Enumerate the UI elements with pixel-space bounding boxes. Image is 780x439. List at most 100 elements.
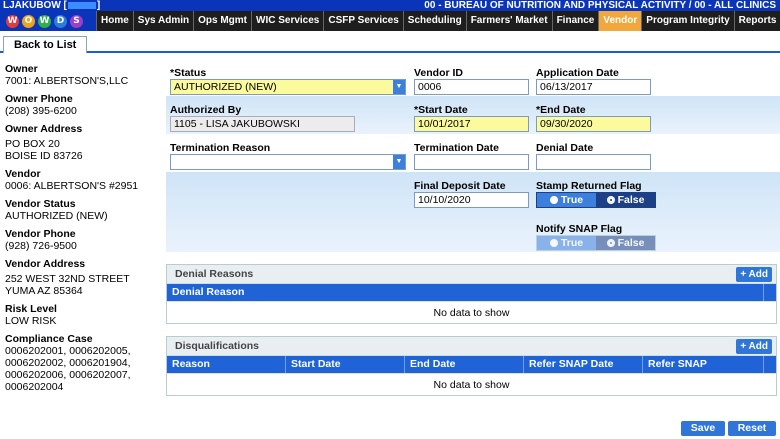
start-date-input[interactable]: 10/01/2017	[414, 116, 529, 132]
compliance-case-line2: 0006202002, 0006201904,	[5, 357, 131, 369]
add-disqualification-button[interactable]: + Add	[736, 339, 772, 354]
final-deposit-date-label: Final Deposit Date	[414, 180, 506, 192]
vendor-status-label: Vendor Status	[5, 198, 76, 210]
column-spacer	[764, 284, 776, 301]
denial-reasons-header: Denial Reasons + Add	[167, 265, 776, 284]
disqualifications-columns: Reason Start Date End Date Refer SNAP Da…	[167, 356, 776, 373]
back-to-list-tab[interactable]: Back to List	[3, 36, 88, 53]
menu-item-csfp-services[interactable]: CSFP Services	[323, 11, 402, 31]
authorized-by-input[interactable]: 1105 - LISA JAKUBOWSKI	[170, 116, 355, 132]
logo-letter: W	[6, 14, 19, 28]
risk-level-value: LOW RISK	[5, 315, 57, 327]
vendor-phone-label: Vendor Phone	[5, 228, 76, 240]
termination-reason-label: Termination Reason	[170, 142, 271, 154]
denial-date-field: Denial Date	[536, 142, 651, 170]
radio-selected-icon	[606, 239, 615, 247]
radio-icon	[549, 239, 558, 247]
menu-item-ops-mgmt[interactable]: Ops Mgmt	[193, 11, 251, 31]
app-logo: WOWDS	[0, 11, 96, 31]
disqualifications-header: Disqualifications + Add	[167, 337, 776, 356]
column-header[interactable]: Reason	[167, 356, 286, 373]
add-denial-reason-button[interactable]: + Add	[736, 267, 772, 282]
risk-level-label: Risk Level	[5, 303, 57, 315]
menu-item-wic-services[interactable]: WIC Services	[251, 11, 323, 31]
denial-reasons-section: Denial Reasons + Add Denial Reason No da…	[166, 264, 777, 324]
vendor-address-line2: YUMA AZ 85364	[5, 285, 83, 297]
owner-phone-value: (208) 395-6200	[5, 105, 77, 117]
save-button[interactable]: Save	[681, 421, 725, 436]
application-date-input[interactable]: 06/13/2017	[536, 79, 651, 95]
logo-letter: W	[38, 14, 51, 28]
vendor-address-line1: 252 WEST 32ND STREET	[5, 273, 130, 285]
vendor-id-field: Vendor ID 0006	[414, 67, 529, 95]
status-select[interactable]: AUTHORIZED (NEW) ▼	[170, 79, 406, 95]
column-header[interactable]: Denial Reason	[167, 284, 764, 301]
chevron-down-icon[interactable]: ▼	[393, 155, 405, 169]
menu-item-finance[interactable]: Finance	[551, 11, 599, 31]
status-label: *Status	[170, 67, 207, 79]
column-header[interactable]: Refer SNAP Date	[524, 356, 643, 373]
compliance-case-line1: 0006202001, 0006202005,	[5, 345, 131, 357]
disqualifications-title: Disqualifications	[175, 340, 260, 352]
stamp-returned-field: Stamp Returned Flag True False	[536, 180, 661, 208]
radio-icon	[549, 196, 558, 204]
owner-label: Owner	[5, 63, 38, 75]
stamp-returned-label: Stamp Returned Flag	[536, 180, 642, 192]
disqualifications-section: Disqualifications + Add Reason Start Dat…	[166, 336, 777, 396]
final-deposit-date-input[interactable]: 10/10/2020	[414, 192, 529, 208]
column-header[interactable]: Start Date	[286, 356, 405, 373]
logo-letter: O	[22, 14, 35, 28]
logo-letter: S	[70, 14, 83, 28]
column-spacer	[764, 356, 776, 373]
notify-snap-false[interactable]: False	[596, 236, 655, 250]
radio-selected-icon	[606, 196, 615, 204]
vendor-address-label: Vendor Address	[5, 258, 86, 270]
menu-item-scheduling[interactable]: Scheduling	[402, 11, 466, 31]
owner-address-line1: PO BOX 20	[5, 138, 60, 150]
agency-clinic: 00 - BUREAU OF NUTRITION AND PHYSICAL AC…	[424, 0, 776, 11]
vendor-value: 0006: ALBERTSON'S #2951	[5, 180, 139, 192]
denial-reasons-columns: Denial Reason	[167, 284, 776, 301]
notify-snap-label: Notify SNAP Flag	[536, 223, 623, 235]
termination-reason-select[interactable]: ▼	[170, 154, 406, 170]
authorized-by-field: Authorized By 1105 - LISA JAKUBOWSKI	[170, 104, 355, 132]
compliance-case-line3: 0006202006, 0006202007,	[5, 369, 131, 381]
user-name: LJAKUBOW []	[3, 0, 101, 11]
end-date-input[interactable]: 09/30/2020	[536, 116, 651, 132]
logo-letter: D	[54, 14, 67, 28]
application-date-field: Application Date 06/13/2017	[536, 67, 651, 95]
menu-item-reports[interactable]: Reports	[733, 11, 780, 31]
termination-date-field: Termination Date	[414, 142, 529, 170]
status-field: *Status AUTHORIZED (NEW) ▼	[170, 67, 406, 95]
menu-item-home[interactable]: Home	[96, 11, 133, 31]
top-bar: LJAKUBOW [] 00 - BUREAU OF NUTRITION AND…	[0, 0, 780, 11]
termination-date-input[interactable]	[414, 154, 529, 170]
owner-address-label: Owner Address	[5, 123, 83, 135]
notify-snap-true[interactable]: True	[537, 236, 596, 250]
menu-item-vendor[interactable]: Vendor	[598, 11, 642, 31]
menu-item-sys-admin[interactable]: Sys Admin	[132, 11, 193, 31]
column-header[interactable]: Refer SNAP	[643, 356, 764, 373]
stamp-returned-toggle: True False	[536, 192, 656, 208]
application-date-label: Application Date	[536, 67, 619, 79]
chevron-down-icon[interactable]: ▼	[393, 80, 405, 94]
authorized-by-label: Authorized By	[170, 104, 242, 116]
owner-phone-label: Owner Phone	[5, 93, 73, 105]
vendor-label: Vendor	[5, 168, 41, 180]
vendor-status-value: AUTHORIZED (NEW)	[5, 210, 108, 222]
notify-snap-field: Notify SNAP Flag True False	[536, 223, 661, 251]
termination-date-label: Termination Date	[414, 142, 499, 154]
vendor-id-input[interactable]: 0006	[414, 79, 529, 95]
owner-value: 7001: ALBERTSON'S,LLC	[5, 75, 129, 87]
menu-item-farmers-market[interactable]: Farmers' Market	[465, 11, 552, 31]
reset-button[interactable]: Reset	[728, 421, 776, 436]
tab-strip: Back to List	[0, 31, 780, 53]
stamp-returned-true[interactable]: True	[537, 193, 596, 207]
column-header[interactable]: End Date	[405, 356, 524, 373]
stamp-returned-false[interactable]: False	[596, 193, 655, 207]
vendor-id-label: Vendor ID	[414, 67, 464, 79]
denial-date-input[interactable]	[536, 154, 651, 170]
denial-reasons-empty: No data to show	[167, 301, 776, 323]
menu-item-program-integrity[interactable]: Program Integrity	[641, 11, 733, 31]
owner-address-line2: BOISE ID 83726	[5, 150, 83, 162]
